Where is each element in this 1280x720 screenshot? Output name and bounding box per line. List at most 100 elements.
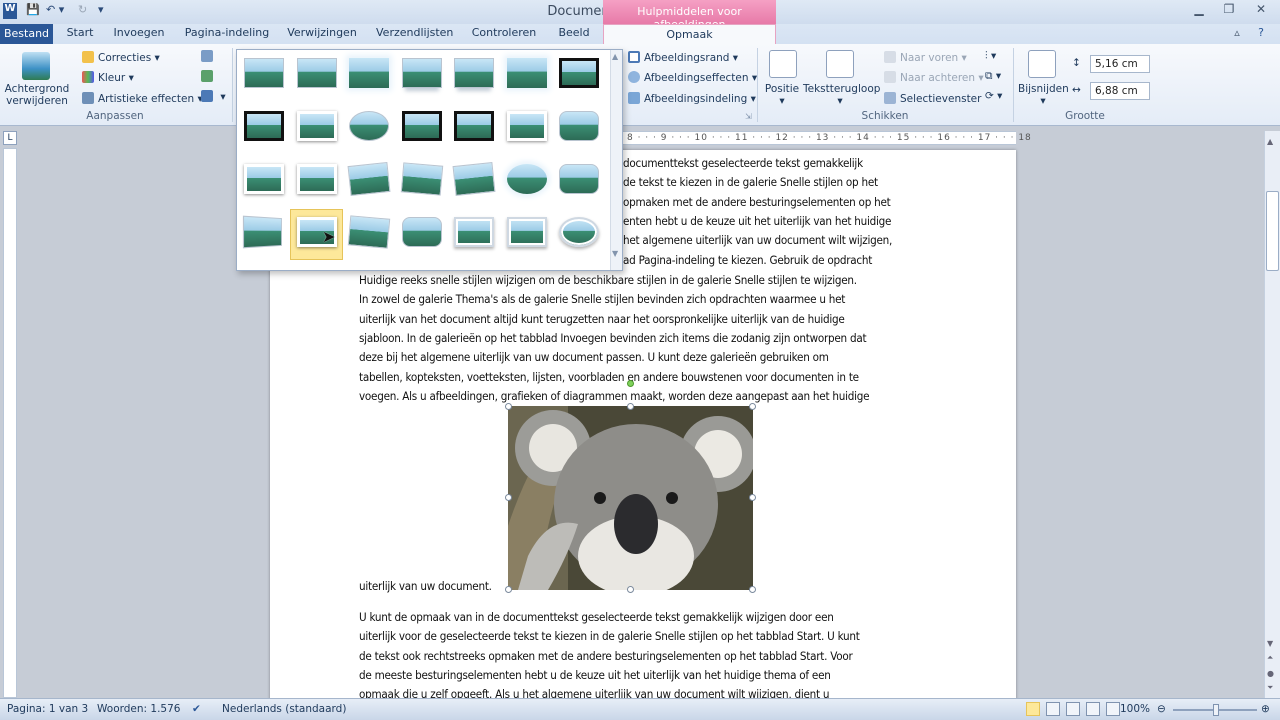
close-icon[interactable]: ✕ <box>1250 2 1272 20</box>
width-spinner[interactable]: 6,88 cm <box>1090 82 1150 100</box>
resize-handle[interactable] <box>749 586 756 593</box>
zoom-out-icon[interactable]: ⊖ <box>1157 703 1166 715</box>
help-icon[interactable]: ? <box>1254 26 1268 39</box>
compress-pictures-icon[interactable] <box>201 50 217 63</box>
prev-page-icon[interactable]: ⏶ <box>1267 653 1273 663</box>
crop-button[interactable]: Bijsnijden ▾ <box>1018 83 1069 107</box>
language[interactable]: Nederlands (standaard) <box>222 703 346 715</box>
minimize-icon[interactable]: ▁ <box>1188 2 1210 20</box>
picture-style-option[interactable] <box>559 111 599 141</box>
zoom-in-icon[interactable]: ⊕ <box>1261 703 1270 715</box>
picture-style-option[interactable] <box>401 58 442 88</box>
picture-style-option[interactable] <box>559 58 599 88</box>
word-count[interactable]: Woorden: 1.576 <box>97 703 180 715</box>
group-objects-icon[interactable]: ⧉ ▾ <box>985 70 1001 83</box>
zoom-slider-thumb[interactable] <box>1213 704 1219 716</box>
draft-icon[interactable] <box>1106 702 1120 716</box>
scroll-down-icon[interactable]: ▼ <box>612 249 618 258</box>
tab-selector[interactable]: L <box>3 131 17 145</box>
reset-picture-icon[interactable]: ▾ <box>201 90 226 103</box>
proofing-icon[interactable]: ✔ <box>192 703 201 715</box>
bring-forward-button[interactable]: Naar voren ▾ <box>884 51 967 64</box>
wrap-text-button[interactable]: Tekstterugloop ▾ <box>803 83 880 107</box>
vertical-ruler[interactable] <box>3 148 17 698</box>
text-line[interactable]: tabellen, kopteksten, voetteksten, lijst… <box>359 368 859 387</box>
tab-start[interactable]: Start <box>62 26 98 39</box>
picture-style-option[interactable] <box>400 162 443 196</box>
browse-object-icon[interactable]: ● <box>1267 669 1274 678</box>
text-line[interactable]: Huidige reeks snelle stijlen wijzigen om… <box>359 271 857 290</box>
dialog-launcher-icon[interactable]: ⇲ <box>745 112 752 121</box>
picture-style-option[interactable] <box>244 164 284 194</box>
print-layout-icon[interactable] <box>1026 702 1040 716</box>
text-line[interactable]: U kunt de opmaak van in de documenttekst… <box>359 608 834 627</box>
height-spinner[interactable]: 5,16 cm <box>1090 55 1150 73</box>
picture-style-option[interactable] <box>559 164 599 194</box>
minimize-ribbon-icon[interactable]: ▵ <box>1230 26 1244 39</box>
tab-verwijzingen[interactable]: Verwijzingen <box>286 26 358 39</box>
text-line[interactable]: de tekst ook rechtstreeks opmaken met de… <box>359 647 853 666</box>
picture-layout-button[interactable]: Afbeeldingsindeling ▾ <box>628 92 756 105</box>
tab-verzendlijsten[interactable]: Verzendlijsten <box>376 26 453 39</box>
scroll-up-icon[interactable]: ▲ <box>1267 137 1273 146</box>
restore-icon[interactable]: ❐ <box>1218 2 1240 20</box>
picture-style-option[interactable] <box>296 111 337 141</box>
text-line[interactable]: deze bij het algemene uiterlijk van uw d… <box>359 348 829 367</box>
tab-file[interactable]: Bestand <box>0 24 53 44</box>
picture-style-option[interactable] <box>452 161 496 197</box>
resize-handle[interactable] <box>627 586 634 593</box>
text-line[interactable]: sjabloon. In de galerieën op het tabblad… <box>359 329 867 348</box>
vertical-scrollbar[interactable]: ▲ ▼ ⏶ ● ⏷ <box>1264 131 1280 698</box>
resize-handle[interactable] <box>505 586 512 593</box>
page-count[interactable]: Pagina: 1 van 3 <box>7 703 88 715</box>
zoom-level[interactable]: 100% <box>1120 703 1150 715</box>
picture-style-option[interactable] <box>296 164 337 194</box>
resize-handle[interactable] <box>505 403 512 410</box>
scroll-down-icon[interactable]: ▼ <box>1267 639 1273 648</box>
next-page-icon[interactable]: ⏷ <box>1267 683 1273 693</box>
picture-style-option[interactable] <box>401 217 442 247</box>
zoom-slider[interactable] <box>1173 704 1257 716</box>
change-picture-icon[interactable] <box>201 70 217 83</box>
picture-style-option[interactable] <box>454 58 494 88</box>
picture-style-option[interactable] <box>454 111 494 141</box>
picture-style-option[interactable] <box>349 111 389 141</box>
picture-style-option[interactable] <box>401 111 442 141</box>
artistic-effects-button[interactable]: Artistieke effecten ▾ <box>82 92 203 105</box>
picture-style-option[interactable] <box>242 215 282 249</box>
tab-opmaak[interactable]: Opmaak <box>603 24 776 44</box>
text-line[interactable]: In zowel de galerie Thema's als de galer… <box>359 290 845 309</box>
koala-image[interactable] <box>508 406 753 590</box>
rotate-icon[interactable]: ⟳ ▾ <box>985 90 1002 102</box>
text-line[interactable]: de meeste besturingselementen hebt u de … <box>359 666 831 685</box>
text-line[interactable]: opmaken met de andere besturingselemente… <box>623 193 891 212</box>
full-screen-reading-icon[interactable] <box>1046 702 1060 716</box>
text-line[interactable]: voegen. Als u afbeeldingen, grafieken of… <box>359 387 870 406</box>
picture-styles-gallery[interactable]: ▲ ▼ <box>236 49 623 271</box>
tab-pagina-indeling[interactable]: Pagina-indeling <box>182 26 272 39</box>
position-button[interactable]: Positie ▾ <box>762 83 802 107</box>
picture-style-option[interactable] <box>244 58 284 88</box>
tab-beeld[interactable]: Beeld <box>554 26 594 39</box>
remove-background-button[interactable]: Achtergrond verwijderen <box>4 83 70 107</box>
text-line[interactable]: uiterlijk van uw document. <box>359 577 492 596</box>
picture-style-option[interactable] <box>296 58 337 88</box>
rotate-handle[interactable] <box>627 380 634 387</box>
gallery-scrollbar[interactable]: ▲ ▼ <box>610 50 622 270</box>
text-line[interactable]: uiterlijk voor de geselecteerde tekst te… <box>359 627 860 646</box>
tab-invoegen[interactable]: Invoegen <box>110 26 168 39</box>
picture-style-option[interactable] <box>506 217 547 247</box>
picture-style-option[interactable] <box>347 161 391 197</box>
resize-handle[interactable] <box>749 494 756 501</box>
picture-style-option[interactable] <box>506 58 547 88</box>
picture-effects-button[interactable]: Afbeeldingseffecten ▾ <box>628 71 757 84</box>
picture-border-button[interactable]: Afbeeldingsrand ▾ <box>628 51 738 64</box>
picture-style-option[interactable] <box>559 217 599 247</box>
picture-style-option[interactable] <box>506 164 547 194</box>
selection-pane-button[interactable]: Selectievenster <box>884 92 981 105</box>
scroll-up-icon[interactable]: ▲ <box>612 52 618 61</box>
text-line[interactable]: de tekst te kiezen in de galerie Snelle … <box>623 173 878 192</box>
web-layout-icon[interactable] <box>1066 702 1080 716</box>
text-line[interactable]: documenttekst geselecteerde tekst gemakk… <box>623 154 863 173</box>
resize-handle[interactable] <box>505 494 512 501</box>
